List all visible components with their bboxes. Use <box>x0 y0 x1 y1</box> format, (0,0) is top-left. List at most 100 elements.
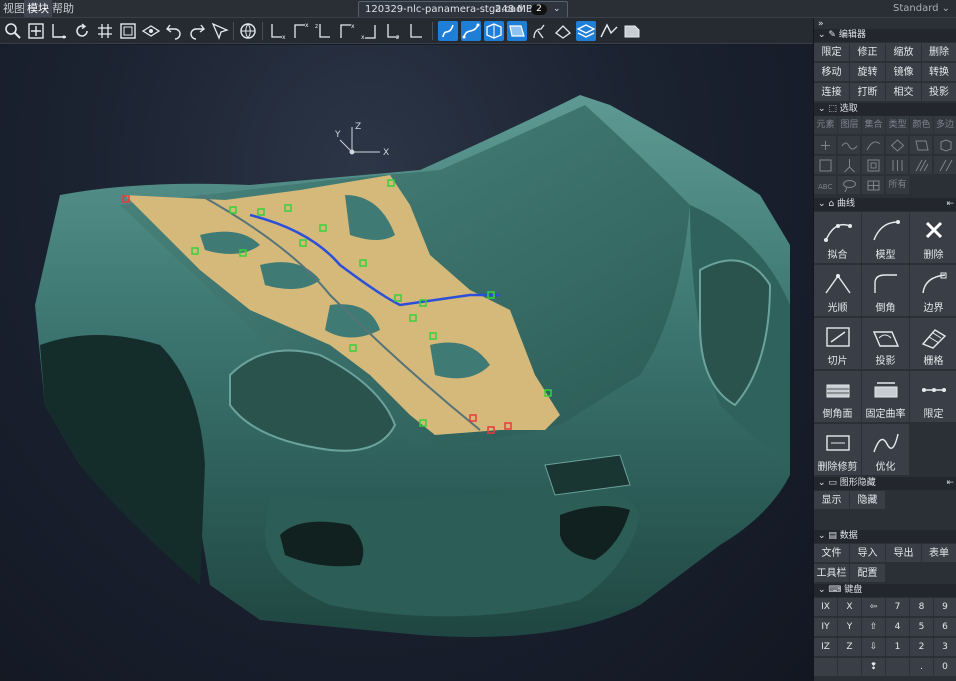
text-select-icon[interactable]: ABC <box>814 176 837 195</box>
key[interactable]: ⇧ <box>862 618 886 637</box>
columns-icon[interactable] <box>886 156 909 175</box>
zoom-fit-icon[interactable] <box>26 21 46 41</box>
filter-button[interactable]: 多边 <box>934 116 956 135</box>
view-icon[interactable] <box>141 21 161 41</box>
data-button[interactable]: 导入 <box>850 544 886 563</box>
editor-button[interactable]: 相交 <box>886 83 922 102</box>
section-editor-header[interactable]: ⌄ ✎ 编辑器 <box>814 29 956 42</box>
wave-icon[interactable] <box>838 136 861 155</box>
hide-button[interactable]: 隐藏 <box>850 491 886 510</box>
axis-yx-icon[interactable]: x <box>337 21 357 41</box>
data-button[interactable]: 文件 <box>814 544 850 563</box>
editor-button[interactable]: 缩放 <box>886 43 922 62</box>
editor-button[interactable]: 打断 <box>850 83 886 102</box>
pin-icon[interactable]: ⇤ <box>946 198 954 211</box>
globe-icon[interactable] <box>238 21 258 41</box>
mesh-icon[interactable] <box>862 176 885 195</box>
editor-button[interactable]: 修正 <box>850 43 886 62</box>
key[interactable]: ⇦ <box>862 598 886 617</box>
frame-icon[interactable] <box>118 21 138 41</box>
editor-button[interactable]: 旋转 <box>850 63 886 82</box>
3d-viewport[interactable]: Y Z X <box>0 45 813 681</box>
deviation-icon[interactable] <box>599 21 619 41</box>
undo-icon[interactable] <box>164 21 184 41</box>
key[interactable]: Y <box>838 618 862 637</box>
branch-icon[interactable] <box>838 156 861 175</box>
surface-icon[interactable] <box>484 21 504 41</box>
data-button[interactable]: 配置 <box>850 564 886 583</box>
key[interactable]: 9 <box>934 598 956 617</box>
curve-tool-smooth[interactable]: 光顺 <box>814 265 862 317</box>
key[interactable]: 7 <box>886 598 910 617</box>
key[interactable] <box>838 658 862 677</box>
redo-icon[interactable] <box>187 21 207 41</box>
editor-button[interactable]: 镜像 <box>886 63 922 82</box>
key[interactable]: 5 <box>910 618 934 637</box>
car-model-render[interactable]: Y Z X <box>0 45 813 681</box>
key[interactable]: 1 <box>886 638 910 657</box>
data-button[interactable]: 表单 <box>922 544 956 563</box>
menu-help[interactable]: 帮助 <box>49 0 77 17</box>
curve-tool-fixed-curvature[interactable]: 固定曲率 <box>862 371 910 423</box>
plus-icon[interactable] <box>814 136 837 155</box>
rotate-icon[interactable] <box>72 21 92 41</box>
curve-tool-optimize[interactable]: 优化 <box>862 424 910 476</box>
curve-tool-delete[interactable]: 删除 <box>910 212 956 264</box>
face-icon[interactable] <box>910 136 933 155</box>
editor-button[interactable]: 移动 <box>814 63 850 82</box>
curve-tool-fillet[interactable]: 倒角 <box>862 265 910 317</box>
filter-button[interactable]: 元素 <box>814 116 838 135</box>
curve-tool-project[interactable]: 投影 <box>862 318 910 370</box>
editor-button[interactable]: 限定 <box>814 43 850 62</box>
section-curves-header[interactable]: ⌄ ⌂ 曲线 ⇤ <box>814 198 956 211</box>
key[interactable]: 0 <box>934 658 956 677</box>
axis-plane-icon[interactable] <box>406 21 426 41</box>
sheet-icon[interactable] <box>622 21 642 41</box>
show-button[interactable]: 显示 <box>814 491 850 510</box>
key[interactable] <box>814 658 838 677</box>
frame-select-icon[interactable] <box>862 156 885 175</box>
key[interactable]: X <box>838 598 862 617</box>
pin-icon[interactable]: ⇤ <box>946 477 954 490</box>
curve-edit-icon[interactable] <box>438 21 458 41</box>
square-icon[interactable] <box>814 156 837 175</box>
select-all-button[interactable]: 所有 <box>886 176 910 195</box>
data-button[interactable]: 导出 <box>886 544 922 563</box>
curve-tool-slice[interactable]: 切片 <box>814 318 862 370</box>
section-data-header[interactable]: ⌄ ▤ 数据 <box>814 530 956 543</box>
chevron-down-icon[interactable]: ⌄ <box>553 2 561 17</box>
section-select-header[interactable]: ⌄ ⬚ 选取 <box>814 103 956 116</box>
select-icon[interactable] <box>210 21 230 41</box>
key[interactable]: 3 <box>934 638 956 657</box>
curve-icon[interactable] <box>461 21 481 41</box>
axis-z-icon[interactable]: x <box>360 21 380 41</box>
lasso-icon[interactable] <box>838 176 861 195</box>
editor-button[interactable]: 连接 <box>814 83 850 102</box>
axis-flat-icon[interactable]: z <box>383 21 403 41</box>
hand-surface-icon[interactable] <box>553 21 573 41</box>
menu-module[interactable]: 模块 <box>24 0 52 17</box>
key[interactable]: . <box>910 658 934 677</box>
key[interactable]: ❢ <box>862 658 886 677</box>
workspace-selector[interactable]: Standard ⌄ <box>893 2 950 16</box>
layer-icon[interactable] <box>576 21 596 41</box>
key[interactable]: 2 <box>910 638 934 657</box>
grid-icon[interactable] <box>95 21 115 41</box>
curve-tool-fillet-surface[interactable]: 倒角面 <box>814 371 862 423</box>
section-keyboard-header[interactable]: ⌄ ⌨ 键盘 <box>814 584 956 597</box>
editor-button[interactable]: 删除 <box>922 43 956 62</box>
key[interactable]: Z <box>838 638 862 657</box>
key[interactable]: 8 <box>910 598 934 617</box>
filter-button[interactable]: 集合 <box>862 116 886 135</box>
curve-tool-boundary[interactable]: 边界 <box>910 265 956 317</box>
editor-button[interactable]: 投影 <box>922 83 956 102</box>
filter-button[interactable]: 类型 <box>886 116 910 135</box>
curve-tool-grid[interactable]: 栅格 <box>910 318 956 370</box>
key[interactable]: IZ <box>814 638 838 657</box>
lines-icon[interactable] <box>934 156 956 175</box>
diamond-icon[interactable] <box>886 136 909 155</box>
data-button[interactable]: 工具栏 <box>814 564 850 583</box>
filter-button[interactable]: 图层 <box>838 116 862 135</box>
curve-tool-model[interactable]: 模型 <box>862 212 910 264</box>
curve-tool-limit[interactable]: 限定 <box>910 371 956 423</box>
